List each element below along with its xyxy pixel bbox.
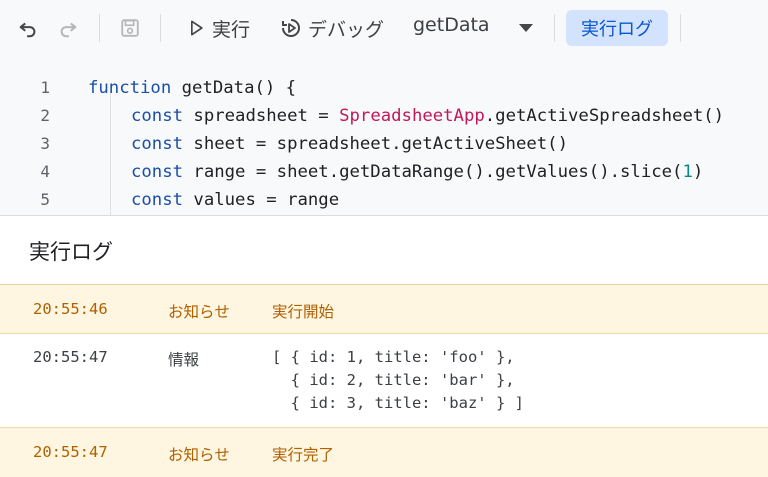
code-keyword: const	[131, 190, 184, 210]
code-editor[interactable]: 1 function getData() { 2 const spreadsheet …	[0, 56, 768, 215]
code-text: const values = range	[131, 186, 339, 214]
code-line[interactable]: 3 const sheet = spreadsheet.getActiveShee…	[0, 130, 768, 158]
redo-icon	[60, 22, 77, 38]
run-button[interactable]: 実行	[186, 12, 250, 44]
toolbar-separator	[99, 14, 100, 42]
toolbar-separator	[680, 14, 681, 42]
code-token: spreadsheet =	[183, 106, 340, 126]
function-dropdown-button[interactable]	[512, 14, 540, 42]
toolbar: 実行 デバッグ getData 実行ログ	[0, 0, 768, 56]
debug-icon	[282, 19, 300, 37]
log-row: 20:55:47 情報 [ { id: 1, title: 'foo' }, {…	[0, 334, 768, 427]
log-level: お知らせ	[168, 303, 230, 321]
toolbar-separator	[160, 14, 161, 42]
code-token: .getActiveSpreadsheet()	[484, 106, 725, 126]
code-keyword: function	[88, 78, 172, 98]
code-token: )	[692, 162, 704, 182]
code-line[interactable]: 2 const spreadsheet = SpreadsheetApp.getA…	[0, 102, 768, 130]
code-line[interactable]: 4 const range = sheet.getDataRange().getV…	[0, 158, 768, 186]
log-panel-title: 実行ログ	[29, 240, 113, 264]
code-number: 1	[682, 162, 693, 182]
log-time: 20:55:47	[33, 348, 108, 366]
code-token: values = range	[183, 190, 340, 210]
code-text: const range = sheet.getDataRange().getVa…	[131, 158, 703, 186]
save-icon	[121, 19, 139, 37]
log-time: 20:55:47	[33, 443, 108, 461]
code-token: range = sheet.getDataRange().getValues()…	[183, 162, 683, 182]
undo-icon	[19, 22, 36, 38]
debug-button[interactable]: デバッグ	[279, 12, 384, 44]
code-keyword: const	[131, 134, 184, 154]
line-number: 3	[40, 134, 50, 153]
dropdown-arrow-icon	[519, 24, 533, 32]
redo-button[interactable]	[54, 14, 82, 42]
line-number: 2	[40, 106, 50, 125]
log-row: 20:55:46 お知らせ 実行開始	[0, 285, 768, 333]
code-text: const spreadsheet = SpreadsheetApp.getAc…	[131, 102, 724, 130]
debug-label: デバッグ	[308, 18, 385, 41]
code-keyword: const	[131, 106, 184, 126]
code-token: getData() {	[171, 78, 297, 98]
save-button[interactable]	[116, 14, 144, 42]
code-class-name: SpreadsheetApp	[339, 106, 485, 126]
line-number: 4	[40, 162, 50, 181]
toolbar-separator	[554, 14, 555, 42]
line-number: 1	[40, 78, 50, 97]
code-token: sheet = spreadsheet.getActiveSheet()	[183, 134, 568, 154]
log-message: 実行開始	[272, 303, 335, 321]
code-line[interactable]: 5 const values = range	[0, 186, 768, 214]
log-message[interactable]: [ { id: 1, title: 'foo' }, { id: 2, titl…	[272, 346, 524, 415]
execution-log-button[interactable]: 実行ログ	[566, 10, 668, 46]
log-row: 20:55:47 お知らせ 実行完了	[0, 428, 768, 477]
undo-button[interactable]	[14, 14, 42, 42]
code-keyword: const	[131, 162, 184, 182]
function-select[interactable]: getData	[413, 14, 490, 36]
editor-divider	[0, 215, 768, 216]
log-level: 情報	[168, 351, 200, 369]
run-label: 実行	[212, 18, 251, 41]
code-text: const sheet = spreadsheet.getActiveSheet…	[131, 130, 568, 158]
code-line[interactable]: 1 function getData() {	[0, 74, 768, 102]
play-icon	[191, 20, 203, 36]
log-message: 実行完了	[272, 446, 335, 464]
log-level: お知らせ	[168, 446, 230, 464]
line-number: 5	[40, 190, 50, 209]
log-time: 20:55:46	[33, 300, 108, 318]
code-text: function getData() {	[88, 74, 296, 102]
